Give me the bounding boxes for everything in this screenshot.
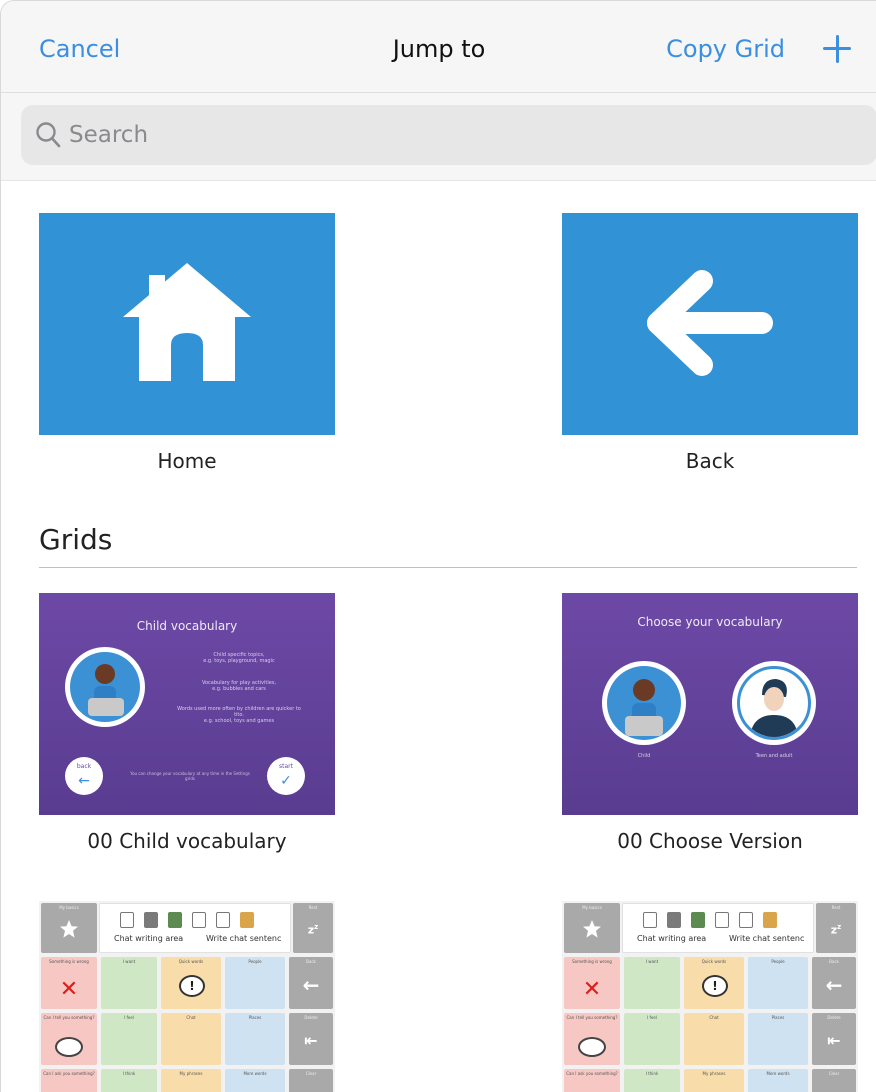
search-field[interactable] xyxy=(21,105,876,165)
adult-avatar xyxy=(732,661,816,745)
thumb-footer: You can change your vocabulary at any ti… xyxy=(130,771,250,781)
thumb-title: Child vocabulary xyxy=(136,619,238,633)
grid-label: 00 Child vocabulary xyxy=(87,829,287,853)
speech-bubble-icon xyxy=(55,1037,83,1057)
arrow-left-icon xyxy=(647,270,773,376)
delete-icon: ⇤ xyxy=(827,1031,841,1050)
thumb-back-button: back ← xyxy=(65,757,103,795)
grid-thumbnail: Child vocabulary Child specific topics, … xyxy=(39,593,335,815)
plus-icon[interactable] xyxy=(819,29,855,69)
checkmark-icon: ✓ xyxy=(280,773,292,789)
search-input[interactable] xyxy=(69,115,849,155)
thumb-line: e.g. bubbles and cars xyxy=(212,686,266,692)
home-tile[interactable]: Home xyxy=(39,213,335,473)
grid-tile-vocabulary-2[interactable]: My basics Chat writing area Write chat s… xyxy=(562,901,858,1092)
arrow-left-icon: ← xyxy=(78,773,90,789)
cell-my-basics: My basics xyxy=(41,903,97,953)
home-icon xyxy=(123,263,251,381)
grid-tile-choose-version[interactable]: Choose your vocabulary Child Teen and ad… xyxy=(562,593,858,853)
option-adult-label: Teen and adult xyxy=(755,753,793,759)
cell-my-basics: My basics xyxy=(564,903,620,953)
thumb-line: e.g. school, toys and games xyxy=(203,718,275,724)
grid-tile-vocabulary-1[interactable]: My basics Chat writing area Write chat s… xyxy=(39,901,335,1092)
star-icon xyxy=(583,920,601,938)
child-avatar xyxy=(602,661,686,745)
section-divider xyxy=(39,567,857,568)
back-tile[interactable]: Back xyxy=(562,213,858,473)
grid-tile-child-vocabulary[interactable]: Child vocabulary Child specific topics, … xyxy=(39,593,335,853)
thumb-line: e.g. toys, playground, magic xyxy=(203,658,275,664)
back-label: Back xyxy=(685,449,735,473)
navigation-bar: Cancel Jump to Copy Grid xyxy=(1,1,876,93)
search-bar xyxy=(1,93,876,181)
back-thumbnail xyxy=(562,213,858,435)
jump-to-sheet: Cancel Jump to Copy Grid Home xyxy=(0,0,876,1092)
close-icon: ✕ xyxy=(59,977,79,1002)
cell-rest: Rest zz xyxy=(816,903,856,953)
chat-writing-area: Chat writing area Write chat sentenc xyxy=(99,903,291,953)
arrow-left-icon: ← xyxy=(302,973,320,997)
speech-bubble-icon xyxy=(578,1037,606,1057)
child-avatar xyxy=(65,647,145,727)
thumb-start-button: start ✓ xyxy=(267,757,305,795)
star-icon xyxy=(60,920,78,938)
home-thumbnail xyxy=(39,213,335,435)
grid-thumbnail: My basics Chat writing area Write chat s… xyxy=(562,901,858,1092)
close-icon: ✕ xyxy=(582,977,602,1002)
delete-icon: ⇤ xyxy=(304,1031,318,1050)
home-label: Home xyxy=(157,449,217,473)
cell-rest: Rest zz xyxy=(293,903,333,953)
chat-writing-area: Chat writing area Write chat sentenc xyxy=(622,903,814,953)
arrow-left-icon: ← xyxy=(825,973,843,997)
grid-thumbnail: Choose your vocabulary Child Teen and ad… xyxy=(562,593,858,815)
cancel-button[interactable]: Cancel xyxy=(39,31,120,67)
grids-section-title: Grids xyxy=(39,523,113,556)
option-child-label: Child xyxy=(637,753,651,759)
thumb-title: Choose your vocabulary xyxy=(637,615,783,629)
search-icon xyxy=(36,122,61,148)
grid-thumbnail: My basics Chat writing area Write chat s… xyxy=(39,901,335,1092)
copy-grid-button[interactable]: Copy Grid xyxy=(666,31,785,67)
grid-label: 00 Choose Version xyxy=(617,829,803,853)
